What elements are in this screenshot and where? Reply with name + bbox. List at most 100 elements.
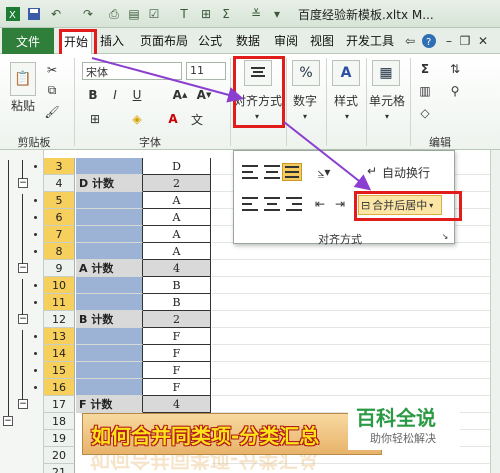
cell-a[interactable]: D 计数 <box>76 175 143 192</box>
percent-icon[interactable]: % <box>292 60 320 86</box>
cell-b[interactable]: B <box>143 277 211 294</box>
cells-dropdown-icon[interactable]: ▾ <box>380 110 394 122</box>
row-header[interactable]: 9 <box>44 260 75 277</box>
collapse-group-icon[interactable]: − <box>18 263 28 273</box>
row-header[interactable]: 16 <box>44 379 75 396</box>
orientation-icon[interactable]: ⦥▾ <box>312 163 336 181</box>
cell-a[interactable] <box>76 209 143 226</box>
customize-qat-icon[interactable]: ▾ <box>270 5 284 23</box>
collapse-all-icon[interactable]: − <box>3 416 13 426</box>
bold-button[interactable]: B <box>86 86 100 104</box>
row-header[interactable]: 11 <box>44 294 75 311</box>
wrap-text-button[interactable]: 自动换行 <box>382 163 442 181</box>
fill-icon[interactable]: ▥ <box>416 82 434 100</box>
number-button[interactable]: 数字 <box>288 92 322 108</box>
cut-icon[interactable]: ✂ <box>44 62 60 78</box>
tab-review[interactable]: 审阅 <box>274 32 298 50</box>
borders-icon[interactable]: ⊞ <box>198 5 214 23</box>
paste-icon[interactable]: 📋 <box>10 62 36 96</box>
cell-b[interactable]: 4 <box>143 396 211 413</box>
alignment-button[interactable]: 对齐方式 <box>234 92 282 108</box>
cell-b[interactable]: F <box>143 345 211 362</box>
align-left-icon[interactable] <box>242 197 258 211</box>
autosum-ribbon-icon[interactable]: Σ <box>416 60 434 78</box>
align-top-icon[interactable]: ≚ <box>248 5 264 23</box>
sort-filter-icon[interactable]: ⇅ <box>446 60 464 78</box>
row-header[interactable]: 20 <box>44 447 75 464</box>
alignment-dropdown-icon[interactable]: ▾ <box>250 110 264 122</box>
merge-dropdown-icon[interactable]: ▾ <box>429 201 433 210</box>
tab-file[interactable]: 文件 <box>2 28 54 54</box>
border-icon[interactable]: ⊞ <box>86 110 104 128</box>
cell-a[interactable] <box>76 345 143 362</box>
collapse-group-icon[interactable]: − <box>18 314 28 324</box>
checkbox-icon[interactable]: ☑ <box>146 5 162 23</box>
pin-icon[interactable]: ⇦ <box>402 32 418 50</box>
cell-a[interactable] <box>76 192 143 209</box>
text-direction-icon[interactable]: T <box>176 5 192 23</box>
save-icon[interactable] <box>26 5 42 23</box>
align-right-icon[interactable] <box>286 197 302 211</box>
decrease-indent-icon[interactable]: ⇤ <box>312 195 328 213</box>
row-header[interactable]: 6 <box>44 209 75 226</box>
autosum-icon[interactable]: Σ <box>218 5 234 23</box>
italic-button[interactable]: I <box>108 86 122 104</box>
cell-b[interactable]: 4 <box>143 260 211 277</box>
row-header[interactable]: 21 <box>44 464 75 473</box>
wrap-text-icon[interactable]: ↵ <box>364 163 380 179</box>
row-header[interactable]: 12 <box>44 311 75 328</box>
fill-color-icon[interactable]: ◈ <box>128 110 146 128</box>
cells-icon[interactable]: ▦ <box>372 60 400 86</box>
phonetic-icon[interactable]: 文 <box>188 110 206 128</box>
cells-button[interactable]: 单元格 <box>366 92 408 108</box>
decrease-font-icon[interactable]: A ▼ <box>196 86 212 104</box>
tab-insert[interactable]: 插入 <box>100 32 124 50</box>
undo-icon[interactable]: ↶ <box>46 5 66 23</box>
copy-icon[interactable]: ⧉ <box>44 82 60 98</box>
cell-b[interactable]: A <box>143 209 211 226</box>
cell-b[interactable]: 2 <box>143 175 211 192</box>
row-header[interactable]: 18 <box>44 413 75 430</box>
align-top-icon[interactable] <box>242 165 258 179</box>
cell-a[interactable]: F 计数 <box>76 396 143 413</box>
row-header[interactable]: 17 <box>44 396 75 413</box>
row-header[interactable]: 19 <box>44 430 75 447</box>
cell-b[interactable]: A <box>143 226 211 243</box>
tab-home[interactable]: 开始 <box>60 30 93 54</box>
merge-center-button[interactable]: ⊟ 合并后居中 ▾ <box>358 195 442 215</box>
clear-icon[interactable]: ◇ <box>416 104 434 122</box>
styles-icon[interactable]: A <box>332 60 360 86</box>
cell-a[interactable] <box>76 243 143 260</box>
cell-a[interactable] <box>76 379 143 396</box>
row-header[interactable]: 10 <box>44 277 75 294</box>
row-header[interactable]: 4 <box>44 175 75 192</box>
collapse-group-icon[interactable]: − <box>18 399 28 409</box>
cell-b[interactable]: A <box>143 243 211 260</box>
clipboard-icon[interactable]: ▤ <box>126 5 142 23</box>
row-header[interactable]: 8 <box>44 243 75 260</box>
styles-dropdown-icon[interactable]: ▾ <box>340 110 354 122</box>
collapse-group-icon[interactable]: − <box>18 178 28 188</box>
cell-a[interactable]: B 计数 <box>76 311 143 328</box>
styles-button[interactable]: 样式 <box>330 92 362 108</box>
row-header[interactable]: 13 <box>44 328 75 345</box>
cell-b[interactable]: F <box>143 328 211 345</box>
row-header[interactable]: 7 <box>44 226 75 243</box>
print-preview-icon[interactable]: ⎙ <box>106 5 122 23</box>
align-center-icon[interactable] <box>264 197 280 211</box>
font-name-combo[interactable]: 宋体 <box>82 62 182 80</box>
close-icon[interactable]: ✕ <box>476 32 490 50</box>
underline-button[interactable]: U <box>130 86 144 104</box>
dialog-launcher-icon[interactable]: ↘ <box>440 231 450 241</box>
cell-b[interactable]: 2 <box>143 311 211 328</box>
cell-b[interactable]: B <box>143 294 211 311</box>
vertical-scrollbar[interactable] <box>490 150 500 473</box>
tab-developer[interactable]: 开发工具 <box>346 32 394 50</box>
cell-b[interactable]: D <box>143 158 211 175</box>
cell-a[interactable]: A 计数 <box>76 260 143 277</box>
help-icon[interactable]: ? <box>420 32 438 50</box>
restore-icon[interactable]: ❐ <box>458 32 472 50</box>
increase-font-icon[interactable]: A ▲ <box>172 86 188 104</box>
cell-b[interactable]: F <box>143 379 211 396</box>
minimize-icon[interactable]: – <box>442 32 456 50</box>
